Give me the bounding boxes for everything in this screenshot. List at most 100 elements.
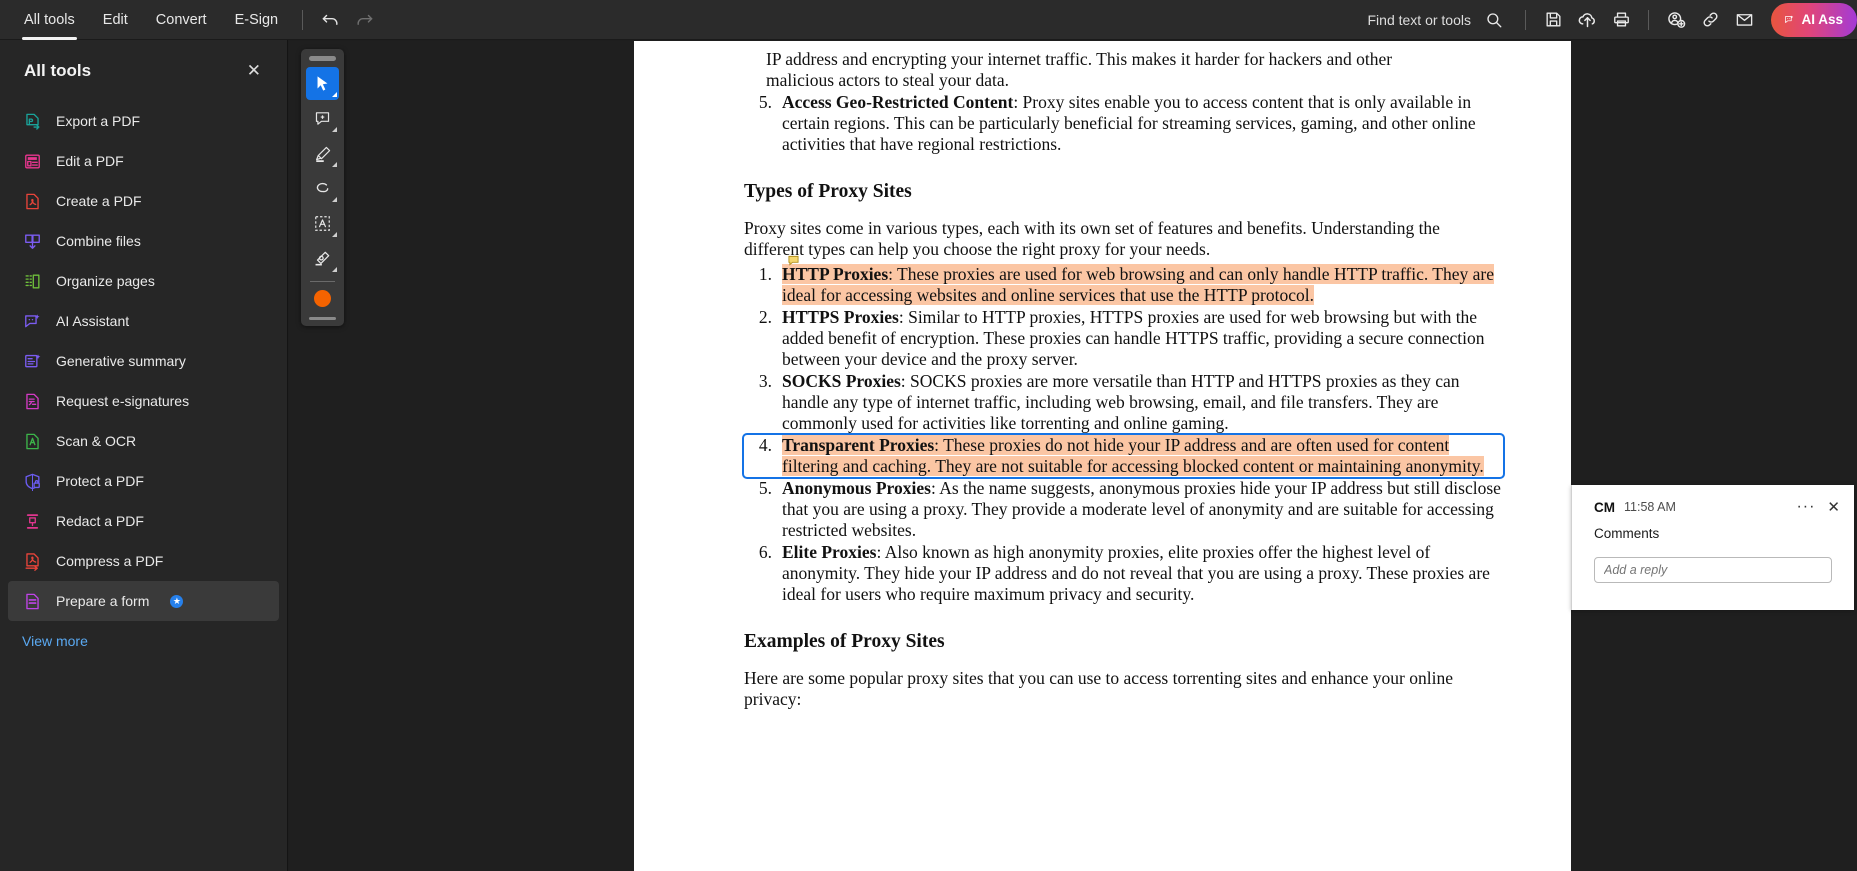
menu-all-tools-label: All tools — [24, 11, 75, 28]
sidebar-item-label: Edit a PDF — [56, 153, 124, 169]
comment-plus-icon — [315, 112, 330, 125]
highlight-tool[interactable] — [306, 137, 339, 170]
organize-pages-icon — [22, 271, 42, 291]
sidebar-item-label: Redact a PDF — [56, 513, 144, 529]
sidebar-item-scan-ocr[interactable]: Scan & OCR — [8, 421, 279, 461]
menu-edit-label: Edit — [102, 11, 128, 28]
sidebar-item-protect-a-pdf[interactable]: Protect a PDF — [8, 461, 279, 501]
document-list-item[interactable]: 2. HTTPS Proxies: Similar to HTTP proxies… — [744, 307, 1503, 370]
document-list-item[interactable]: 4. Transparent Proxies: These proxies do … — [742, 433, 1505, 479]
comment-reply-input[interactable] — [1604, 563, 1822, 577]
compress-pdf-icon — [22, 551, 42, 571]
list-number: 5. — [758, 92, 772, 112]
sidebar-item-request-e-signatures[interactable]: Request e-signatures — [8, 381, 279, 421]
palette-bottom-handle[interactable] — [309, 317, 336, 320]
sidebar-item-prepare-a-form[interactable]: Prepare a form ★ — [8, 581, 279, 621]
intro-line-2: malicious actors to steal your data. — [766, 70, 1009, 90]
chevron-down-icon — [332, 197, 337, 202]
protect-pdf-icon — [22, 471, 42, 491]
erase-tool[interactable] — [306, 242, 339, 275]
toolbar-drag-handle[interactable] — [309, 56, 336, 61]
cloud-upload-button[interactable] — [1570, 3, 1604, 37]
sidebar-item-label: Compress a PDF — [56, 553, 164, 569]
menu-esign[interactable]: E-Sign — [221, 0, 293, 40]
select-cursor-tool[interactable] — [306, 67, 339, 100]
list-item-bold: HTTPS Proxies — [782, 307, 899, 327]
link-icon — [1702, 12, 1718, 27]
sidebar-item-label: Organize pages — [56, 273, 155, 289]
highlighter-icon — [315, 146, 330, 162]
add-person-button[interactable] — [1659, 3, 1693, 37]
text-box-icon — [315, 216, 330, 231]
comment-close-button[interactable]: ✕ — [1827, 500, 1840, 515]
email-icon — [1736, 14, 1752, 26]
lasso-draw-icon — [316, 182, 329, 193]
document-list-item[interactable]: 1. HTTP Proxies: These proxies are used f… — [744, 255, 1503, 306]
sidebar-item-label: Generative summary — [56, 353, 186, 369]
comment-more-options-button[interactable]: ··· — [1796, 499, 1815, 515]
list-number: 4. — [758, 435, 772, 455]
sidebar-item-combine-files[interactable]: Combine files — [8, 221, 279, 261]
highlighted-text: HTTP Proxies: These proxies are used for… — [782, 264, 1494, 305]
redact-pdf-icon — [22, 511, 42, 531]
sidebar-item-label: Request e-signatures — [56, 393, 190, 409]
sidebar-close-button[interactable]: ✕ — [241, 58, 267, 83]
paragraph-examples: Here are some popular proxy sites that y… — [744, 668, 1454, 709]
menu-edit[interactable]: Edit — [89, 0, 142, 40]
search-button[interactable] — [1477, 3, 1511, 37]
edit-pdf-icon — [22, 151, 42, 171]
document-list-item[interactable]: 5. Anonymous Proxies: As the name suggest… — [744, 478, 1503, 541]
comment-popup: CM 11:58 AM ··· ✕ Comments — [1571, 485, 1854, 610]
menu-convert-label: Convert — [155, 11, 207, 28]
list-item-text-wrap: Anonymous Proxies: As the name suggests,… — [782, 478, 1501, 540]
document-list-item[interactable]: 3. SOCKS Proxies: SOCKS proxies are more … — [744, 371, 1503, 434]
sidebar-item-edit-a-pdf[interactable]: Edit a PDF — [8, 141, 279, 181]
share-link-button[interactable] — [1693, 3, 1727, 37]
list-item-bold: HTTP Proxies — [782, 264, 889, 284]
sidebar-item-redact-a-pdf[interactable]: Redact a PDF — [8, 501, 279, 541]
sidebar-item-generative-summary[interactable]: Generative summary — [8, 341, 279, 381]
list-item-bold: Elite Proxies — [782, 542, 877, 562]
menu-all-tools[interactable]: All tools — [10, 0, 89, 40]
top-toolbar: All tools Edit Convert E-Sign Find text … — [0, 0, 1857, 40]
paragraph-types: Proxy sites come in various types, each … — [744, 218, 1440, 259]
heading-examples-of-proxy-sites: Examples of Proxy Sites — [744, 631, 945, 652]
add-comment-tool[interactable] — [306, 102, 339, 135]
email-button[interactable] — [1727, 3, 1761, 37]
undo-icon — [322, 14, 338, 25]
toolbar-divider — [302, 9, 304, 30]
print-button[interactable] — [1604, 3, 1638, 37]
comment-reply-field[interactable] — [1594, 557, 1832, 583]
color-swatch-orange[interactable] — [314, 290, 331, 307]
document-list-item[interactable]: 6. Elite Proxies: Also known as high anon… — [744, 542, 1503, 605]
menu-convert[interactable]: Convert — [142, 0, 221, 40]
chevron-down-icon — [332, 162, 337, 167]
sidebar-item-compress-a-pdf[interactable]: Compress a PDF — [8, 541, 279, 581]
sidebar-item-ai-assistant[interactable]: AI Assistant — [8, 301, 279, 341]
palette-divider — [310, 281, 335, 282]
text-select-tool[interactable] — [306, 207, 339, 240]
sidebar-item-organize-pages[interactable]: Organize pages — [8, 261, 279, 301]
cursor-icon — [317, 76, 328, 91]
export-pdf-icon — [22, 111, 42, 131]
comment-marker-icon[interactable] — [788, 250, 799, 266]
view-more-link[interactable]: View more — [0, 621, 287, 649]
draw-tool[interactable] — [306, 172, 339, 205]
save-button[interactable] — [1536, 3, 1570, 37]
list-item-text-wrap: HTTPS Proxies: Similar to HTTP proxies, … — [782, 307, 1485, 369]
sidebar-header: All tools ✕ — [0, 40, 287, 87]
scan-ocr-icon — [22, 431, 42, 451]
ai-assistant-button[interactable]: AI Ass — [1771, 2, 1857, 37]
find-text-or-tools-button[interactable]: Find text or tools — [1368, 3, 1512, 37]
redo-button[interactable] — [347, 3, 381, 37]
combine-files-icon — [22, 231, 42, 251]
sidebar-item-create-a-pdf[interactable]: Create a PDF — [8, 181, 279, 221]
sidebar-item-label: Combine files — [56, 233, 141, 249]
undo-button[interactable] — [313, 3, 347, 37]
comment-actions: ··· ✕ — [1796, 499, 1840, 515]
comment-author-initials: CM — [1594, 499, 1615, 515]
ai-assistant-icon — [1785, 15, 1794, 23]
premium-star-badge-icon: ★ — [170, 594, 184, 608]
chevron-down-icon — [332, 92, 337, 97]
sidebar-item-export-a-pdf[interactable]: Export a PDF — [8, 101, 279, 141]
